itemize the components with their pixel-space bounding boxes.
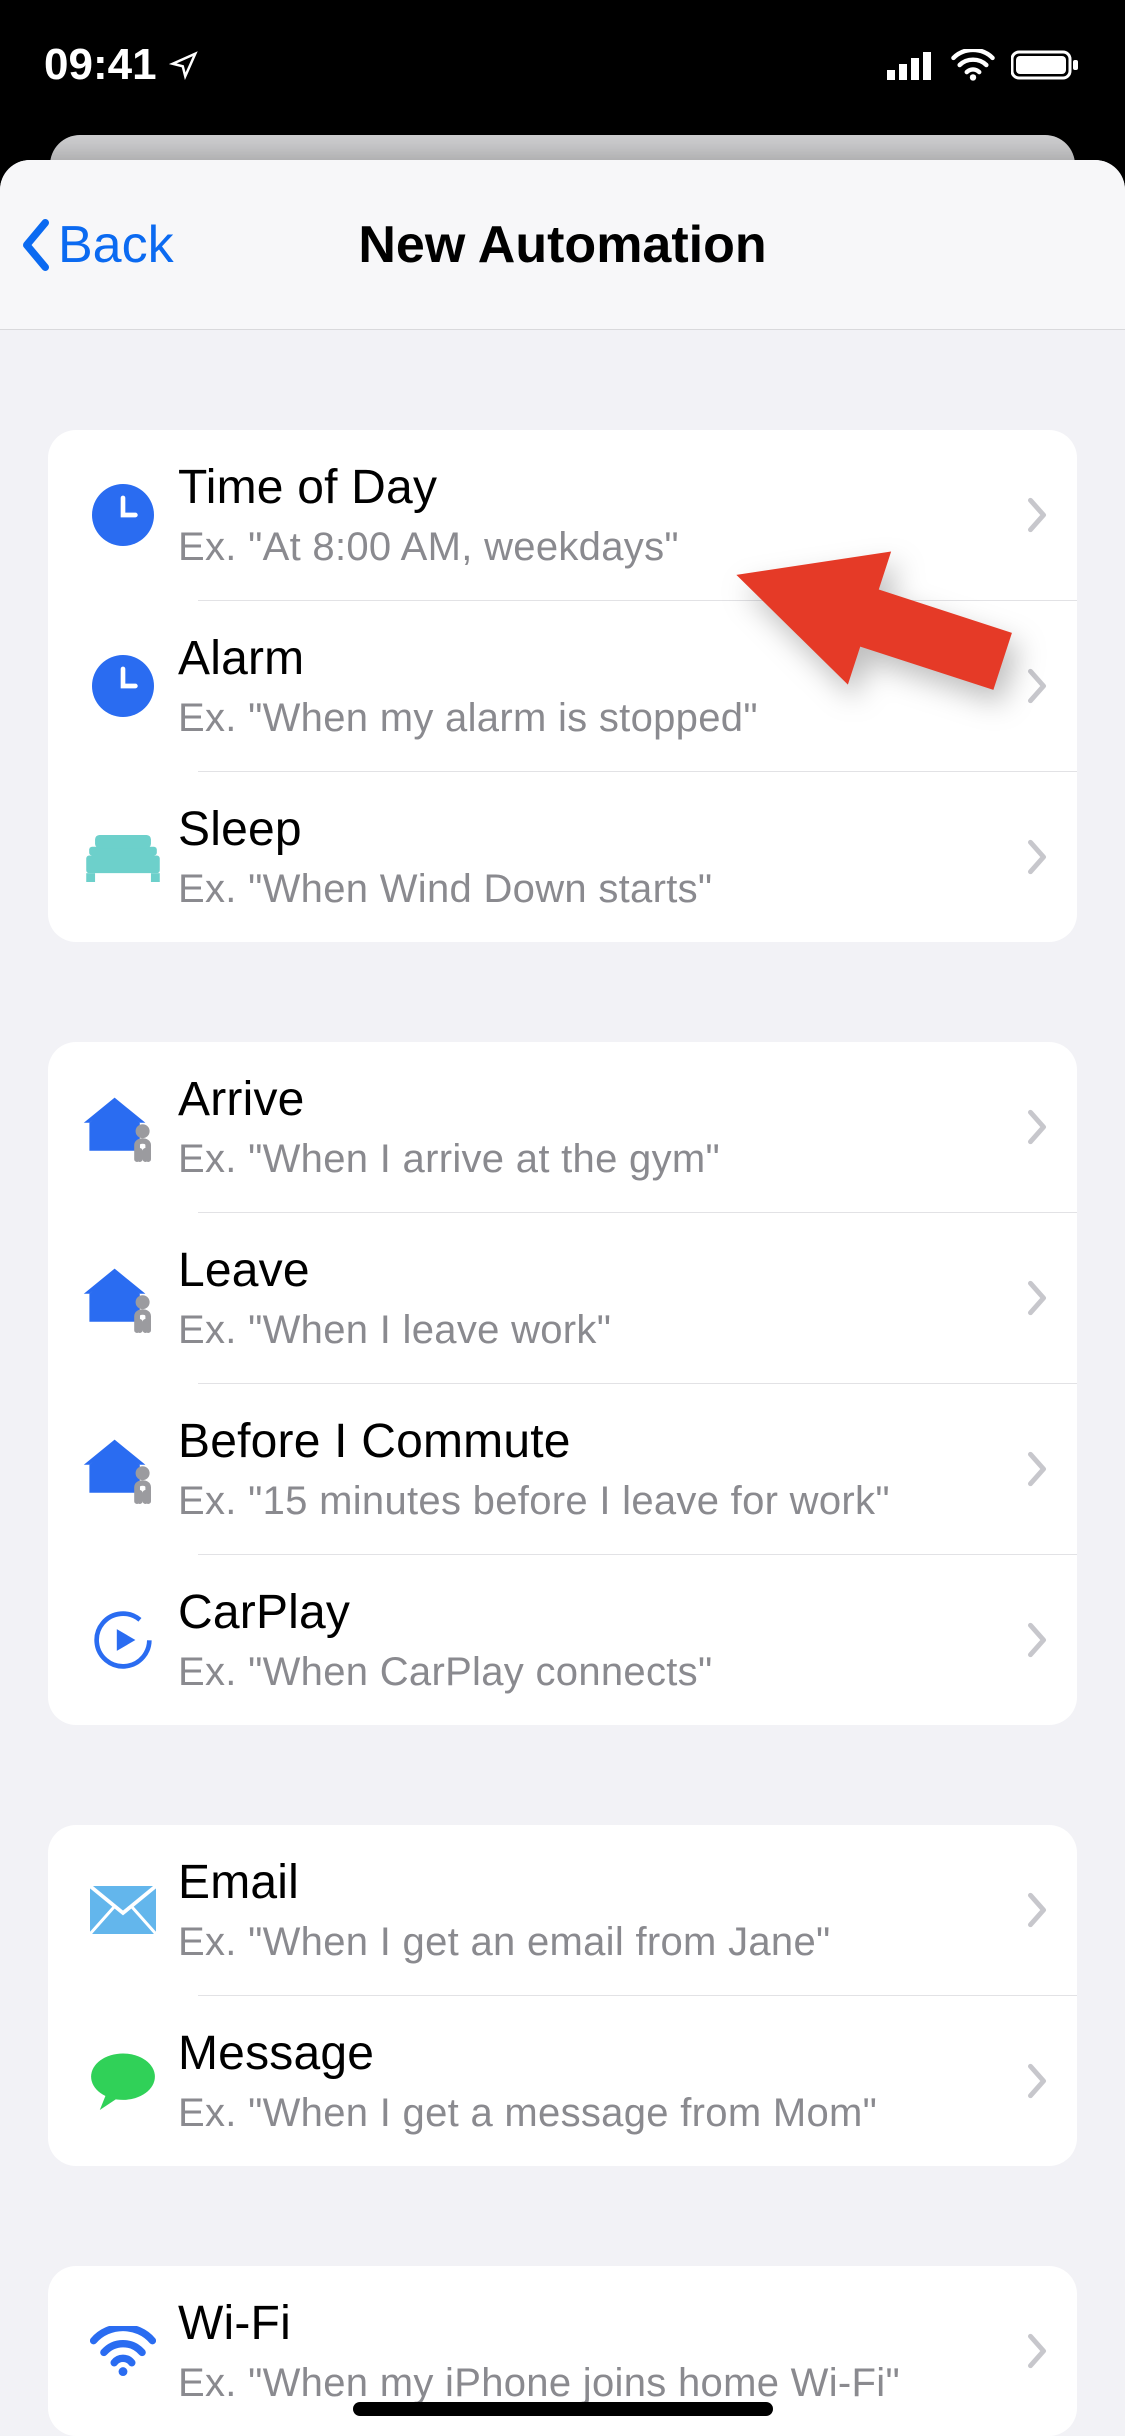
row-time-of-day[interactable]: Time of Day Ex. "At 8:00 AM, weekdays" <box>48 430 1077 600</box>
chevron-left-icon <box>20 219 52 271</box>
row-title: Message <box>178 2026 1017 2081</box>
chevron-right-icon <box>1027 1109 1047 1145</box>
chevron-right-icon <box>1027 668 1047 704</box>
row-title: Wi-Fi <box>178 2296 1017 2351</box>
chevron-right-icon <box>1027 2333 1047 2369</box>
status-time: 09:41 <box>44 40 157 90</box>
home-indicator <box>353 2402 773 2416</box>
row-leave[interactable]: Leave Ex. "When I leave work" <box>48 1213 1077 1383</box>
row-subtitle: Ex. "When I get a message from Mom" <box>178 2091 1017 2136</box>
trigger-group-communication: Email Ex. "When I get an email from Jane… <box>48 1825 1077 2166</box>
clock-icon <box>68 484 178 546</box>
row-title: Sleep <box>178 802 1017 857</box>
row-title: Leave <box>178 1243 1017 1298</box>
chevron-right-icon <box>1027 1280 1047 1316</box>
chevron-right-icon <box>1027 1451 1047 1487</box>
row-email[interactable]: Email Ex. "When I get an email from Jane… <box>48 1825 1077 1995</box>
row-title: Time of Day <box>178 460 1017 515</box>
row-title: Alarm <box>178 631 1017 686</box>
home-leave-icon <box>68 1263 178 1333</box>
row-sleep[interactable]: Sleep Ex. "When Wind Down starts" <box>48 772 1077 942</box>
wifi-icon <box>68 2326 178 2376</box>
row-alarm[interactable]: Alarm Ex. "When my alarm is stopped" <box>48 601 1077 771</box>
carplay-icon <box>68 1609 178 1671</box>
chevron-right-icon <box>1027 839 1047 875</box>
trigger-group-location: Arrive Ex. "When I arrive at the gym" <box>48 1042 1077 1725</box>
nav-header: Back New Automation <box>0 160 1125 330</box>
page-title: New Automation <box>358 215 766 275</box>
status-time-container: 09:41 <box>44 40 199 90</box>
home-arrive-icon <box>68 1092 178 1162</box>
chevron-right-icon <box>1027 2063 1047 2099</box>
home-commute-icon <box>68 1434 178 1504</box>
row-subtitle: Ex. "When CarPlay connects" <box>178 1650 1017 1695</box>
chevron-right-icon <box>1027 1622 1047 1658</box>
status-icons <box>887 49 1081 81</box>
location-icon <box>169 50 199 80</box>
row-subtitle: Ex. "At 8:00 AM, weekdays" <box>178 525 1017 570</box>
trigger-group-time: Time of Day Ex. "At 8:00 AM, weekdays" <box>48 430 1077 942</box>
automation-sheet: Back New Automation Time of Day Ex. "At <box>0 160 1125 2436</box>
row-title: CarPlay <box>178 1585 1017 1640</box>
mail-icon <box>68 1886 178 1934</box>
wifi-status-icon <box>951 49 995 81</box>
chevron-right-icon <box>1027 1892 1047 1928</box>
row-carplay[interactable]: CarPlay Ex. "When CarPlay connects" <box>48 1555 1077 1725</box>
row-title: Before I Commute <box>178 1414 1017 1469</box>
row-arrive[interactable]: Arrive Ex. "When I arrive at the gym" <box>48 1042 1077 1212</box>
row-subtitle: Ex. "15 minutes before I leave for work" <box>178 1479 1017 1524</box>
back-button[interactable]: Back <box>20 160 174 329</box>
row-subtitle: Ex. "When I arrive at the gym" <box>178 1137 1017 1182</box>
row-subtitle: Ex. "When my iPhone joins home Wi-Fi" <box>178 2361 1017 2406</box>
row-subtitle: Ex. "When I leave work" <box>178 1308 1017 1353</box>
row-before-commute[interactable]: Before I Commute Ex. "15 minutes before … <box>48 1384 1077 1554</box>
cellular-icon <box>887 50 935 80</box>
bed-icon <box>68 832 178 882</box>
content-scroll[interactable]: Time of Day Ex. "At 8:00 AM, weekdays" <box>0 330 1125 2436</box>
status-bar: 09:41 <box>0 0 1125 130</box>
row-subtitle: Ex. "When I get an email from Jane" <box>178 1920 1017 1965</box>
message-icon <box>68 2052 178 2110</box>
clock-icon <box>68 655 178 717</box>
battery-icon <box>1011 49 1081 81</box>
row-title: Arrive <box>178 1072 1017 1127</box>
row-subtitle: Ex. "When Wind Down starts" <box>178 867 1017 912</box>
row-title: Email <box>178 1855 1017 1910</box>
chevron-right-icon <box>1027 497 1047 533</box>
back-label: Back <box>58 215 174 275</box>
row-message[interactable]: Message Ex. "When I get a message from M… <box>48 1996 1077 2166</box>
row-subtitle: Ex. "When my alarm is stopped" <box>178 696 1017 741</box>
